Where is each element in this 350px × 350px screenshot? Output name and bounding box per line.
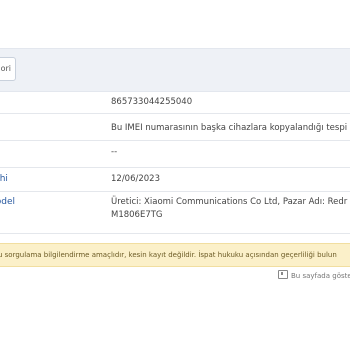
row-label-model: Model — [0, 197, 16, 207]
disclaimer-notice: u sorgulama bilgilendirme amaçlıdır, kes… — [0, 243, 350, 267]
row-extra: -- — [0, 141, 350, 168]
imei-value: 865733044255040 — [111, 97, 193, 107]
page: ori 865733044255040 Bu IMEI numarasının … — [0, 0, 350, 350]
document-icon — [278, 270, 288, 279]
disclaimer-text: u sorgulama bilgilendirme amaçlıdır, kes… — [0, 251, 337, 259]
date-value: 12/06/2023 — [111, 174, 160, 184]
row-imei: 865733044255040 — [0, 90, 350, 114]
extra-value: -- — [111, 147, 118, 157]
toolbar: ori — [0, 48, 350, 92]
top-area — [0, 0, 350, 48]
row-label-date: arihi — [0, 174, 8, 184]
row-model: Model Üretici: Xiaomi Communications Co … — [0, 192, 350, 234]
footer[interactable]: Bu sayfada göste — [278, 270, 350, 280]
row-status: Bu IMEI numarasının başka cihazlara kopy… — [0, 114, 350, 141]
model-value: Üretici: Xiaomi Communications Co Ltd, P… — [111, 197, 348, 220]
status-value: Bu IMEI numarasının başka cihazlara kopy… — [111, 123, 348, 133]
toolbar-button[interactable]: ori — [0, 57, 16, 81]
footer-text: Bu sayfada göste — [291, 272, 350, 280]
row-date: arihi 12/06/2023 — [0, 168, 350, 192]
